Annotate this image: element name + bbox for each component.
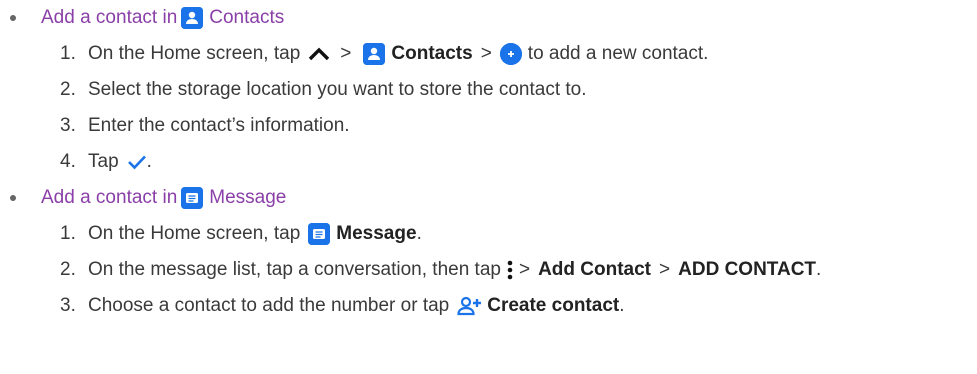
- menu-item-bold: Add Contact: [538, 259, 652, 280]
- step-text: On the Home screen, tap: [88, 223, 301, 244]
- add-circle-icon: [499, 43, 522, 65]
- message-step-2: 2. On the message list, tap a conversati…: [60, 252, 821, 288]
- step-number: 2.: [60, 259, 76, 280]
- step-number: 1.: [60, 223, 76, 244]
- step-text: Select the storage location you want to …: [88, 79, 587, 100]
- app-name-bold: Message: [336, 223, 417, 244]
- step-number: 3.: [60, 295, 76, 316]
- create-contact-bold: Create contact: [487, 295, 620, 316]
- separator: >: [659, 259, 671, 280]
- person-add-icon: [457, 296, 483, 316]
- step-text: On the Home screen, tap: [88, 43, 301, 64]
- heading-prefix: Add a contact in: [41, 187, 178, 208]
- step-4: 4. Tap .: [60, 144, 152, 180]
- step-number: 4.: [60, 151, 76, 172]
- step-2: 2. Select the storage location you want …: [60, 72, 587, 108]
- checkmark-icon: [127, 154, 147, 170]
- step-end: .: [416, 223, 422, 244]
- contacts-app-icon: [363, 43, 386, 65]
- more-vert-icon: [507, 259, 513, 281]
- separator: >: [518, 259, 531, 280]
- app-name-bold: Contacts: [391, 43, 473, 64]
- step-end: .: [619, 295, 625, 316]
- step-number: 1.: [60, 43, 76, 64]
- step-text: Tap: [88, 151, 119, 172]
- step-3: 3. Enter the contact’s information.: [60, 108, 350, 144]
- step-number: 3.: [60, 115, 76, 136]
- bullet: [10, 195, 16, 201]
- step-text: to add a new contact.: [527, 43, 709, 64]
- message-step-3: 3. Choose a contact to add the number or…: [60, 288, 625, 324]
- contacts-app-icon: [181, 7, 204, 29]
- step-text: Choose a contact to add the number or ta…: [88, 295, 450, 316]
- separator: >: [480, 43, 492, 64]
- menu-item-bold: ADD CONTACT: [678, 259, 817, 280]
- message-step-1: 1. On the Home screen, tap Message .: [60, 216, 422, 252]
- step-end: .: [146, 151, 152, 172]
- step-1: 1. On the Home screen, tap > Contacts > …: [60, 36, 708, 72]
- document: Add a contact in Contacts 1. On the Home…: [0, 0, 977, 374]
- heading-app-name: Contacts: [209, 7, 285, 28]
- section-heading-message: Add a contact in Message: [10, 180, 286, 216]
- step-text: Enter the contact’s information.: [88, 115, 350, 136]
- heading-app-name: Message: [209, 187, 287, 208]
- step-number: 2.: [60, 79, 76, 100]
- section-heading-contacts: Add a contact in Contacts: [10, 0, 284, 36]
- chevron-up-icon: [308, 46, 330, 62]
- message-app-icon: [181, 187, 204, 209]
- heading-prefix: Add a contact in: [41, 7, 178, 28]
- step-end: .: [816, 259, 822, 280]
- bullet: [10, 15, 16, 21]
- separator: >: [340, 43, 352, 64]
- step-text: On the message list, tap a conversation,…: [88, 259, 501, 280]
- message-app-icon: [308, 223, 331, 245]
